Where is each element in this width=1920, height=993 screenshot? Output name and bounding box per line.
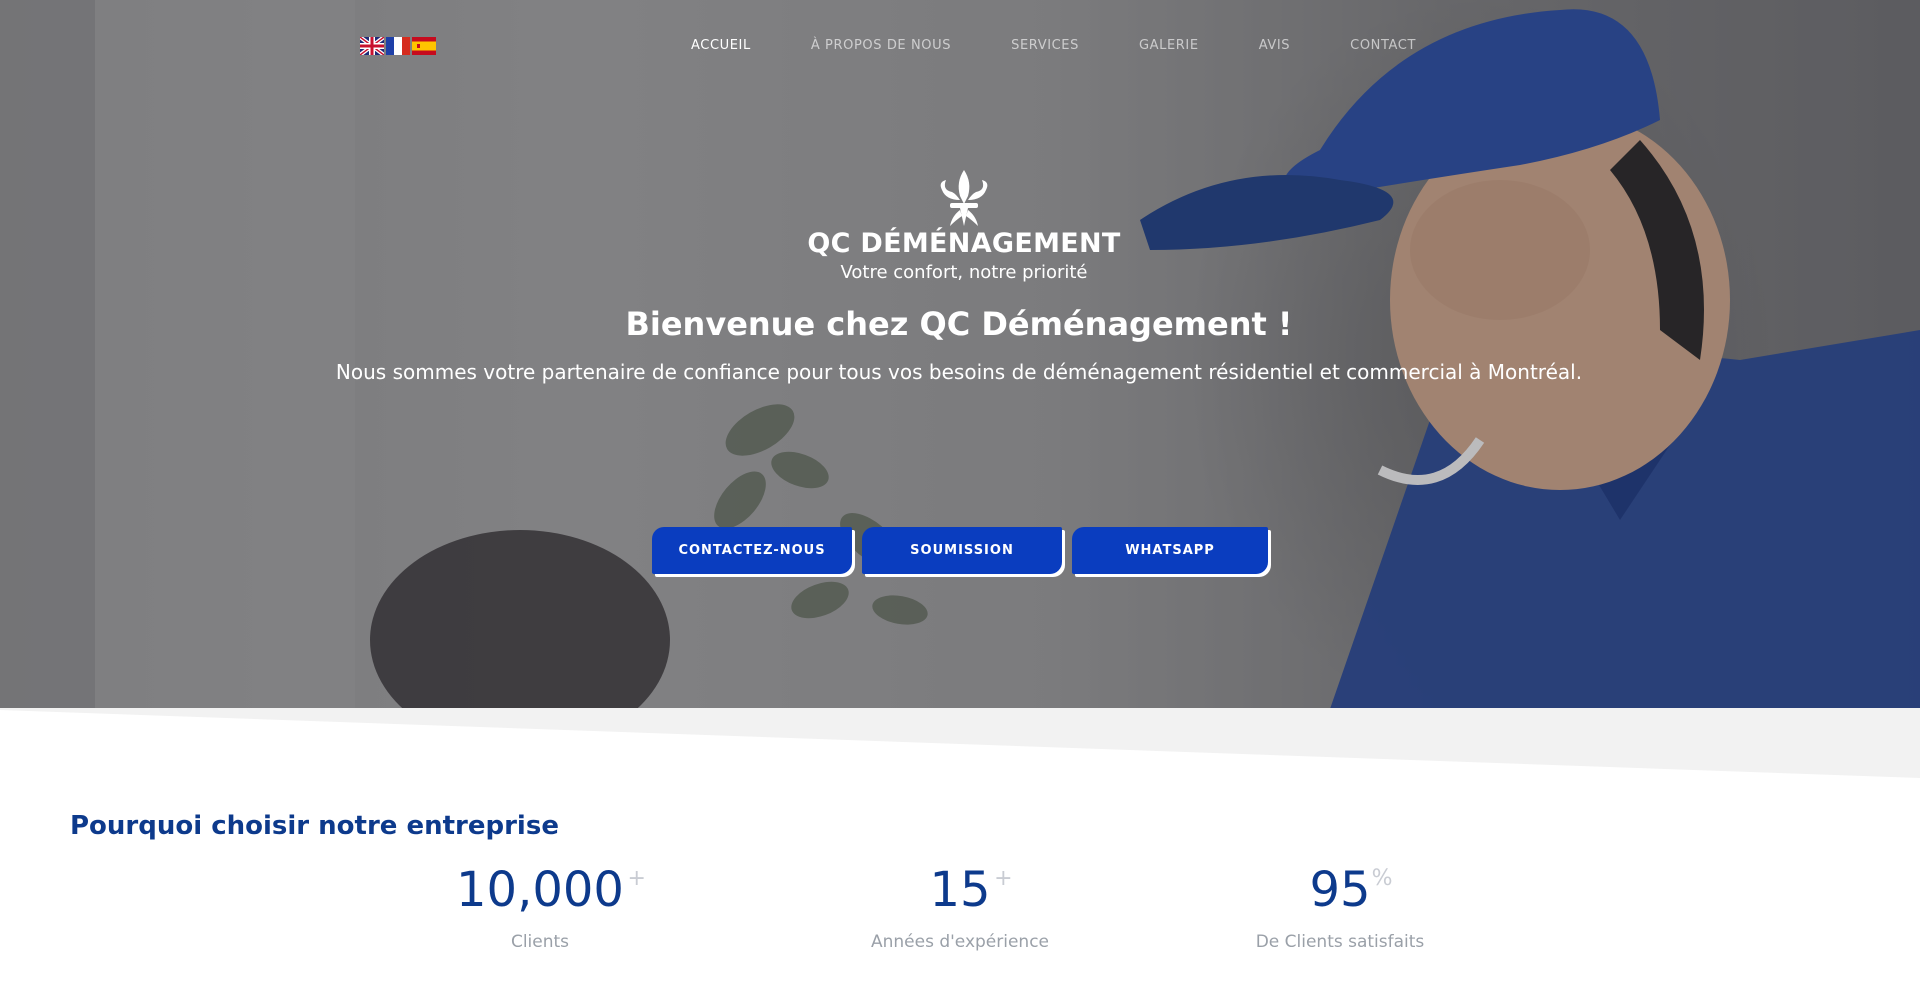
stat-suffix: +	[994, 866, 1013, 891]
stat-value: 95%	[1309, 862, 1393, 918]
uk-flag-icon[interactable]	[360, 37, 384, 55]
contact-button[interactable]: CONTACTEZ-NOUS	[652, 527, 852, 574]
stat-suffix: %	[1371, 866, 1393, 891]
main-nav: ACCUEIL À PROPOS DE NOUS SERVICES GALERI…	[691, 38, 1476, 53]
fleur-de-lis-icon	[940, 170, 988, 226]
nav-item-a-propos[interactable]: À PROPOS DE NOUS	[811, 38, 951, 53]
quote-button[interactable]: SOUMISSION	[862, 527, 1062, 574]
stat-satisfaction: 95% De Clients satisfaits	[1200, 862, 1480, 952]
nav-item-contact[interactable]: CONTACT	[1350, 38, 1416, 53]
brand-name: QC DÉMÉNAGEMENT	[807, 228, 1121, 259]
nav-item-avis[interactable]: AVIS	[1259, 38, 1290, 53]
why-section-title: Pourquoi choisir notre entreprise	[70, 811, 559, 841]
nav-item-galerie[interactable]: GALERIE	[1139, 38, 1199, 53]
stat-value: 15 +	[929, 862, 1013, 918]
stat-label: Années d'expérience	[870, 932, 1050, 952]
hero-section: ACCUEIL À PROPOS DE NOUS SERVICES GALERI…	[0, 0, 1920, 709]
nav-item-services[interactable]: SERVICES	[1011, 38, 1079, 53]
nav-item-accueil[interactable]: ACCUEIL	[691, 38, 751, 53]
whatsapp-button[interactable]: WHATSAPP	[1072, 527, 1268, 574]
section-divider	[0, 708, 1920, 778]
france-flag-icon[interactable]	[386, 37, 410, 55]
stat-label: De Clients satisfaits	[1255, 932, 1425, 952]
spain-flag-icon[interactable]	[412, 37, 436, 55]
hero-heading: Bienvenue chez QC Déménagement !	[625, 305, 1293, 343]
brand-tagline: Votre confort, notre priorité	[840, 262, 1088, 283]
language-switcher	[360, 37, 436, 55]
stat-suffix: +	[627, 866, 646, 891]
stat-clients: 10,000 + Clients	[400, 862, 680, 952]
stat-years: 15 + Années d'expérience	[820, 862, 1100, 952]
hero-intro: Nous sommes votre partenaire de confianc…	[335, 360, 1583, 384]
stat-value: 10,000 +	[456, 862, 646, 918]
hero-overlay	[0, 0, 1920, 709]
stat-label: Clients	[510, 932, 570, 952]
